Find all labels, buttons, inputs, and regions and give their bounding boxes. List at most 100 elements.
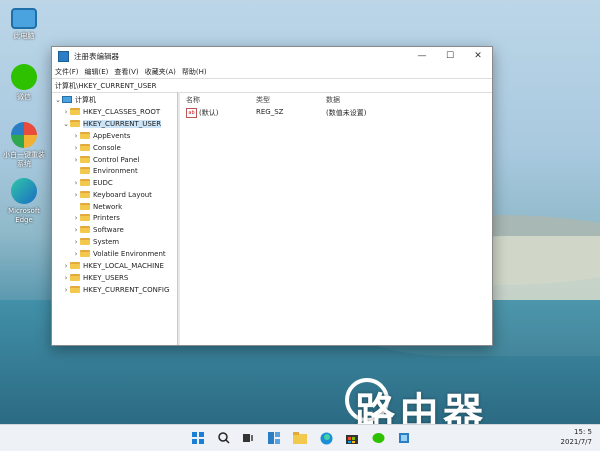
wechat-icon[interactable]: [370, 430, 386, 446]
desktop-icon-label: 此电脑: [13, 32, 35, 40]
tree-node-label: Software: [93, 225, 124, 234]
tree-node-hku[interactable]: › HKEY_USERS: [62, 272, 129, 283]
tree-node-hklm[interactable]: › HKEY_LOCAL_MACHINE: [62, 260, 164, 271]
minimize-button[interactable]: —: [408, 47, 436, 65]
value-type: REG_SZ: [256, 108, 284, 116]
menu-file[interactable]: 文件(F): [55, 67, 79, 77]
start-icon[interactable]: [190, 430, 206, 446]
tree-node-child[interactable]: › Software: [72, 224, 124, 235]
registry-tree: ⌄ 计算机 › HKEY_CLASSES_ROOT ⌄ HKEY_CURRENT…: [52, 92, 178, 345]
value-row-name[interactable]: ab (默认): [186, 108, 218, 118]
tree-node-child[interactable]: › Volatile Environment: [72, 248, 166, 259]
tree-node-hkcc[interactable]: › HKEY_CURRENT_CONFIG: [62, 284, 170, 295]
tree-node-child[interactable]: › Keyboard Layout: [72, 189, 152, 200]
file-explorer-icon[interactable]: [292, 430, 308, 446]
expand-arrow-icon[interactable]: ›: [72, 250, 80, 258]
tree-node-label: Environment: [93, 166, 138, 175]
tree-node-label: AppEvents: [93, 131, 131, 140]
folder-icon: [70, 120, 80, 127]
folder-icon: [80, 238, 90, 245]
tree-node-label: EUDC: [93, 178, 113, 187]
tree-node-label: 计算机: [75, 95, 96, 104]
expand-arrow-icon[interactable]: ›: [62, 262, 70, 270]
folder-icon: [80, 167, 90, 174]
tree-node-label: HKEY_LOCAL_MACHINE: [83, 261, 164, 270]
collapse-arrow-icon[interactable]: ⌄: [62, 120, 70, 128]
expand-arrow-icon[interactable]: ›: [72, 214, 80, 222]
tree-node-label: HKEY_CURRENT_CONFIG: [83, 285, 170, 294]
tree-node-label: System: [93, 237, 120, 246]
tree-node-child[interactable]: › Console: [72, 142, 121, 153]
desktop-icon-label: 微信: [17, 93, 31, 101]
tree-node-child[interactable]: › AppEvents: [72, 130, 131, 141]
column-header-data[interactable]: 数据: [326, 95, 340, 105]
values-list: 名称 类型 数据 ab (默认) REG_SZ (数值未设置): [180, 92, 492, 345]
regedit-window: 注册表编辑器 — ☐ ✕ 文件(F) 编辑(E) 查看(V) 收藏夹(A) 帮助…: [51, 46, 493, 346]
expand-arrow-icon[interactable]: ›: [72, 144, 80, 152]
expand-arrow-icon[interactable]: ›: [72, 156, 80, 164]
maximize-button[interactable]: ☐: [436, 47, 464, 65]
regedit-icon[interactable]: [396, 430, 412, 446]
edge-icon[interactable]: [318, 430, 334, 446]
address-text: 计算机\HKEY_CURRENT_USER: [55, 81, 157, 90]
tree-node-label: Control Panel: [93, 155, 140, 164]
folder-icon: [70, 286, 80, 293]
menu-view[interactable]: 查看(V): [114, 67, 138, 77]
regedit-app-icon: [58, 50, 69, 62]
widgets-icon[interactable]: [266, 430, 282, 446]
folder-icon: [80, 156, 90, 163]
tree-node-label: Printers: [93, 213, 120, 222]
clock-time: 15: 5: [574, 428, 592, 436]
tree-node-label: HKEY_USERS: [83, 273, 129, 282]
title-bar[interactable]: 注册表编辑器 — ☐ ✕: [52, 47, 492, 65]
expand-arrow-icon[interactable]: ›: [72, 191, 80, 199]
store-icon[interactable]: [344, 430, 360, 446]
desktop-icon-computer[interactable]: 此电脑: [2, 8, 46, 41]
close-button[interactable]: ✕: [464, 47, 492, 65]
expand-arrow-icon[interactable]: ›: [62, 286, 70, 294]
clock-date: 2021/7/7: [560, 438, 592, 446]
search-icon[interactable]: [216, 430, 232, 446]
tree-node-label: HKEY_CURRENT_USER: [83, 119, 162, 128]
value-name: (默认): [199, 109, 219, 117]
tree-node-computer[interactable]: ⌄ 计算机: [54, 94, 96, 105]
tree-node-child[interactable]: › System: [72, 236, 120, 247]
address-bar[interactable]: 计算机\HKEY_CURRENT_USER: [52, 78, 492, 93]
desktop-icon-label: 小白一键重装系统: [3, 151, 45, 168]
expand-arrow-icon[interactable]: ›: [72, 238, 80, 246]
string-value-icon: ab: [186, 108, 197, 118]
task-view-icon[interactable]: [240, 430, 256, 446]
tree-node-label: Console: [93, 143, 121, 152]
tree-node-child[interactable]: › Printers: [72, 212, 120, 223]
installer-icon: [11, 122, 37, 148]
system-clock[interactable]: 15: 5 2021/7/7: [561, 427, 592, 447]
menu-edit[interactable]: 编辑(E): [85, 67, 109, 77]
expand-arrow-icon[interactable]: ›: [72, 226, 80, 234]
taskbar: 15: 5 2021/7/7: [0, 424, 600, 451]
expand-arrow-icon[interactable]: ›: [62, 274, 70, 282]
collapse-arrow-icon[interactable]: ⌄: [54, 96, 62, 104]
tree-node-label: Keyboard Layout: [93, 190, 152, 199]
expand-arrow-icon[interactable]: ›: [72, 132, 80, 140]
menu-help[interactable]: 帮助(H): [182, 67, 207, 77]
tree-node-hkcr[interactable]: › HKEY_CLASSES_ROOT: [62, 106, 161, 117]
tree-node-child[interactable]: › EUDC: [72, 177, 113, 188]
tree-node-child[interactable]: Environment: [72, 165, 138, 176]
computer-icon: [11, 8, 37, 29]
desktop-icon-wechat[interactable]: 微信: [2, 64, 46, 102]
tree-node-child[interactable]: Network: [72, 201, 122, 212]
folder-icon: [70, 262, 80, 269]
expand-arrow-icon[interactable]: ›: [72, 179, 80, 187]
column-header-type[interactable]: 类型: [256, 95, 270, 105]
wechat-icon: [11, 64, 37, 90]
tree-node-child[interactable]: › Control Panel: [72, 154, 140, 165]
column-header-name[interactable]: 名称: [186, 95, 200, 105]
folder-icon: [80, 214, 90, 221]
desktop-icon-edge[interactable]: Microsoft Edge: [2, 178, 46, 225]
edge-icon: [11, 178, 37, 204]
folder-icon: [80, 144, 90, 151]
menu-favorites[interactable]: 收藏夹(A): [145, 67, 176, 77]
tree-node-hkcu[interactable]: ⌄ HKEY_CURRENT_USER: [62, 118, 162, 129]
desktop-icon-installer[interactable]: 小白一键重装系统: [2, 122, 46, 169]
expand-arrow-icon[interactable]: ›: [62, 108, 70, 116]
